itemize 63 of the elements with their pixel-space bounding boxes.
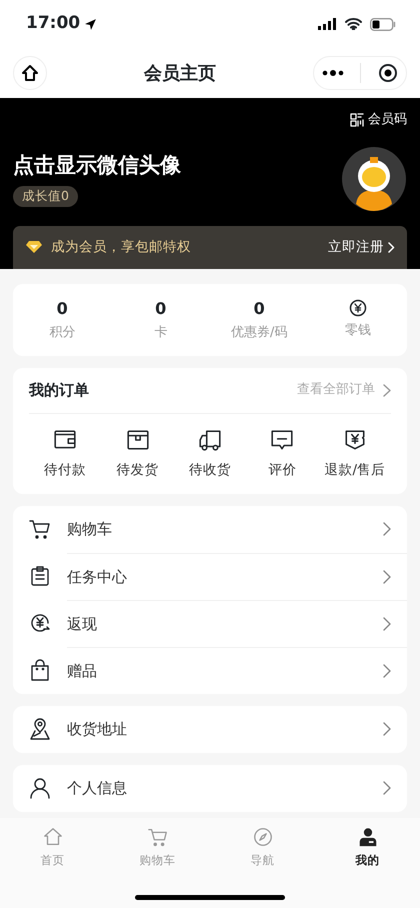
- orders-title: 我的订单: [29, 380, 89, 401]
- stat-value: 0: [155, 298, 166, 319]
- stat-item[interactable]: 0 卡: [112, 292, 210, 348]
- comment-icon: [270, 428, 294, 452]
- stat-value: 0: [254, 298, 265, 319]
- cart-icon: [29, 518, 51, 540]
- clipboard-icon: [29, 565, 51, 588]
- stat-item[interactable]: 0 优惠券/码: [210, 292, 308, 348]
- stat-item[interactable]: 0 积分: [13, 292, 112, 348]
- menu-row[interactable]: 赠品: [29, 646, 407, 694]
- clock-time: 17:00: [26, 12, 80, 36]
- yen-exchange-icon: [29, 612, 51, 634]
- yen-circle-icon: [348, 298, 367, 317]
- refund-icon: [342, 428, 367, 452]
- page-title: 会员主页: [144, 62, 216, 86]
- shopping-bag-icon: [29, 659, 51, 682]
- person-icon: [29, 777, 51, 800]
- home-icon: [42, 826, 64, 848]
- avatar-drawing: [341, 146, 407, 212]
- more-icon[interactable]: [322, 70, 344, 76]
- chevron-right-icon: [383, 522, 391, 536]
- close-circle-icon[interactable]: [378, 63, 398, 83]
- diamond-icon: [25, 240, 43, 254]
- qr-code-icon: [350, 112, 364, 127]
- order-status-item[interactable]: 评价: [246, 428, 319, 480]
- compass-icon: [252, 826, 274, 848]
- truck-icon: [198, 428, 222, 452]
- home-button[interactable]: [13, 56, 47, 90]
- chevron-right-icon: [383, 664, 391, 678]
- stat-label: 卡: [154, 324, 168, 342]
- stat-label: 优惠券/码: [231, 324, 288, 342]
- promo-text: 成为会员，享包邮特权: [51, 238, 191, 257]
- order-status-item[interactable]: 待付款: [29, 428, 102, 480]
- tab-bar-item[interactable]: 我的: [315, 826, 420, 870]
- order-status-item[interactable]: 退款/售后: [318, 428, 391, 480]
- chevron-right-icon: [388, 242, 395, 252]
- growth-value-tag: 成长值0: [13, 186, 78, 207]
- capsule-menu[interactable]: [313, 56, 407, 90]
- register-link[interactable]: 立即注册: [328, 236, 395, 258]
- order-status-item[interactable]: 待收货: [174, 428, 246, 480]
- chevron-right-icon: [383, 781, 391, 796]
- menu-row[interactable]: 返现: [29, 600, 407, 647]
- chevron-right-icon: [383, 722, 391, 736]
- stat-label: 积分: [49, 324, 76, 342]
- chevron-right-icon: [383, 570, 391, 584]
- home-icon: [21, 64, 39, 82]
- stat-label: 零钱: [344, 322, 371, 340]
- box-icon: [126, 428, 150, 452]
- stat-value: 0: [56, 298, 68, 319]
- wallet-icon: [53, 428, 78, 452]
- order-status-item[interactable]: 待发货: [101, 428, 174, 480]
- user-name[interactable]: 点击显示微信头像: [13, 150, 181, 182]
- location-map-icon: [29, 718, 51, 740]
- menu-row[interactable]: 购物车: [29, 506, 407, 553]
- chevron-right-icon: [383, 616, 391, 631]
- menu-row[interactable]: 任务中心: [29, 552, 407, 600]
- location-arrow-icon: [84, 18, 98, 30]
- chevron-right-icon: [383, 384, 391, 396]
- battery-icon: [370, 18, 396, 30]
- wifi-icon: [345, 18, 362, 30]
- member-code-link[interactable]: 会员码: [350, 110, 407, 130]
- cart-icon: [146, 826, 168, 848]
- signal-icon: [318, 18, 337, 30]
